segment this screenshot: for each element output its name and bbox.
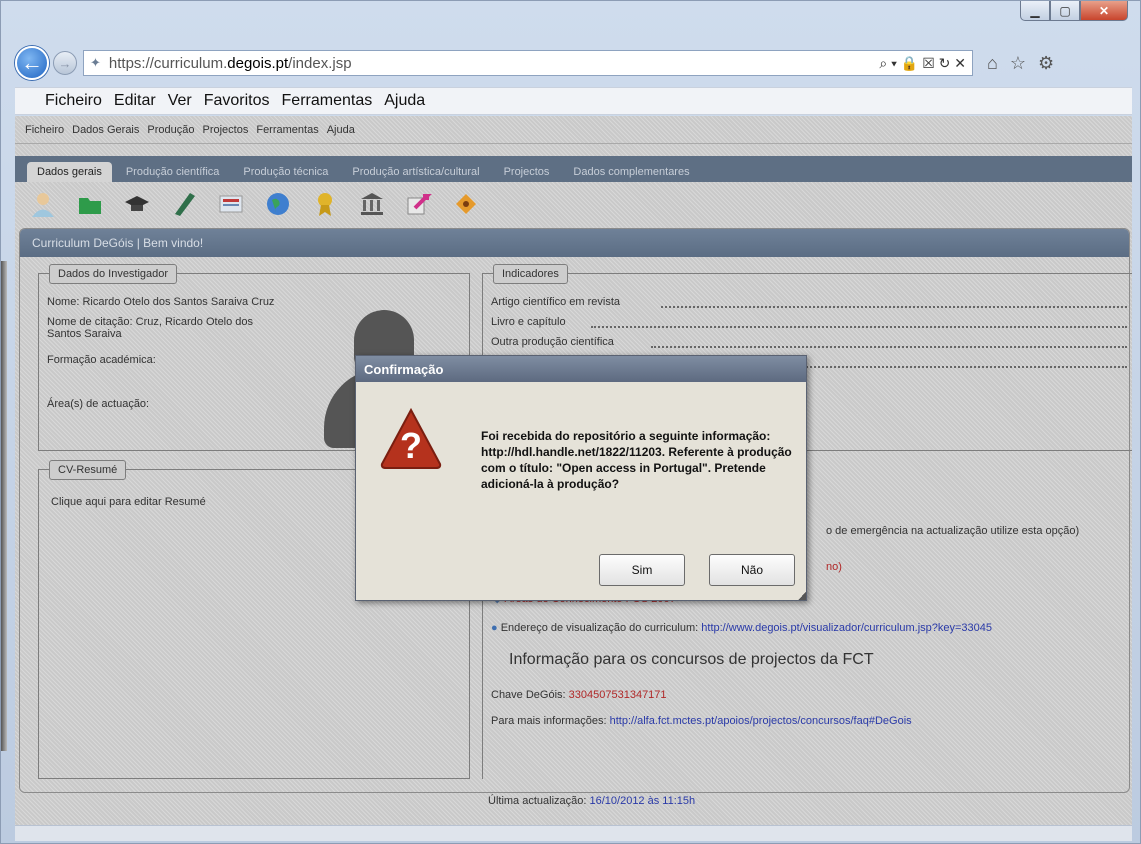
resize-grip[interactable] [798,592,806,600]
address-bar[interactable]: ✦ https://curriculum. degois.pt/index.jsp… [83,50,973,76]
ultima-actualizacao: Última actualização: 16/10/2012 às 11:15… [488,795,695,807]
fct-section-title: Informação para os concursos de projecto… [509,651,874,668]
browser-menu-bar: Ficheiro Editar Ver Favoritos Ferramenta… [15,87,1132,115]
diamond-tool-icon[interactable] [452,190,480,218]
investigador-legend: Dados do Investigador [49,264,178,284]
chave-value: 3304507531347171 [568,689,667,701]
pen-icon[interactable] [170,190,198,218]
app-menu-ferramentas[interactable]: Ferramentas [256,124,318,136]
indicador-label: Livro e capítulo [491,316,566,328]
globe-icon[interactable] [264,190,292,218]
menu-favoritos[interactable]: Favoritos [204,92,270,110]
yes-button[interactable]: Sim [599,554,685,586]
url-path: /index.jsp [288,54,352,72]
window-edge-shadow [1,261,7,751]
confirm-dialog: Confirmação ? Foi recebida do repositóri… [355,355,807,601]
investigador-nome: Nome: Ricardo Otelo dos Santos Saraiva C… [47,296,275,308]
app-menu-projectos[interactable]: Projectos [202,124,248,136]
ultima-value: 16/10/2012 às 11:15h [589,795,696,807]
mais-info-label: Para mais informações: [491,715,607,727]
menu-ver[interactable]: Ver [168,92,192,110]
tab-producao-tecnica[interactable]: Produção técnica [233,162,338,182]
folder-icon[interactable] [76,190,104,218]
menu-editar[interactable]: Editar [114,92,156,110]
chave-label: Chave DeGóis: [491,689,566,701]
welcome-title: Curriculum DeGóis | Bem vindo! [20,229,1129,257]
indicador-label: Outra produção científica [491,336,614,348]
close-window-button[interactable]: ✕ [1080,1,1128,21]
app-menu-producao[interactable]: Produção [147,124,194,136]
ultima-label: Última actualização: [488,795,587,807]
emergencia-text: o de emergência na actualização utilize … [826,525,1080,537]
tab-projectos[interactable]: Projectos [494,162,560,182]
chave-row: Chave DeGóis: 3304507531347171 [491,689,667,701]
window-controls: ▁ ▢ ✕ [1020,1,1128,21]
site-favicon-icon: ✦ [90,55,101,70]
home-icon[interactable]: ⌂ [987,53,998,74]
maximize-button[interactable]: ▢ [1050,1,1080,21]
tab-producao-cientifica[interactable]: Produção científica [116,162,230,182]
dialog-title: Confirmação [356,356,806,382]
url-prefix: https://curriculum. [108,54,228,72]
endereco-label: Endereço de visualização do curriculum: [500,622,699,634]
app-tabs: Dados gerais Produção científica Produçã… [15,156,1132,182]
cv-resume-legend: CV-Resumé [49,460,127,480]
back-button[interactable]: ← [15,46,49,80]
svg-text:?: ? [400,425,422,466]
indicador-outra: Outra produção científica [491,336,1131,348]
indicadores-legend: Indicadores [493,264,568,284]
app-menu-dados-gerais[interactable]: Dados Gerais [72,124,139,136]
menu-ficheiro[interactable]: Ficheiro [45,92,102,110]
endereco-link[interactable]: http://www.degois.pt/visualizador/curric… [701,622,992,634]
formacao-label: Formação académica: [47,354,156,366]
dialog-message: Foi recebida do repositório a seguinte i… [481,429,792,491]
no-button[interactable]: Não [709,554,795,586]
tab-producao-artistica[interactable]: Produção artística/cultural [342,162,489,182]
question-icon: ? [378,406,444,472]
publication-icon[interactable] [217,190,245,218]
navigation-bar: ← → ✦ https://curriculum. degois.pt/index… [15,43,1132,83]
app-menu-ajuda[interactable]: Ajuda [327,124,355,136]
favorites-star-icon[interactable]: ☆ [1010,53,1026,74]
mais-info-link[interactable]: http://alfa.fct.mctes.pt/apoios/projecto… [610,715,912,727]
institution-icon[interactable] [358,190,386,218]
forward-button[interactable]: → [53,51,77,75]
investigador-citacao-cont: Santos Saraiva [47,328,122,340]
browser-tools: ⌂ ☆ ⚙ [987,53,1054,74]
graduation-cap-icon[interactable] [123,190,151,218]
menu-ajuda[interactable]: Ajuda [384,92,425,110]
browser-status-bar [15,825,1132,841]
minimize-button[interactable]: ▁ [1020,1,1050,21]
endereco-row: ● Endereço de visualização do curriculum… [491,622,992,634]
tab-dados-complementares[interactable]: Dados complementares [563,162,699,182]
url-host: degois.pt [227,54,289,72]
menu-ferramentas[interactable]: Ferramentas [282,92,373,110]
cv-resume-edit-link[interactable]: Clique aqui para editar Resumé [51,496,206,508]
app-toolbar [15,182,1132,226]
globe-small-icon: ● [491,622,498,634]
mais-info-row: Para mais informações: http://alfa.fct.m… [491,715,912,727]
gear-icon[interactable]: ⚙ [1038,53,1054,74]
person-icon[interactable] [29,190,57,218]
tab-dados-gerais[interactable]: Dados gerais [27,162,112,182]
app-menu-bar: Ficheiro Dados Gerais Produção Projectos… [15,116,1132,144]
award-medal-icon[interactable] [311,190,339,218]
address-bar-icons[interactable]: ⌕ ▾ 🔒 ☒ ↻ ✕ [879,55,972,72]
indicador-label: Artigo científico em revista [491,296,620,308]
indicador-livro: Livro e capítulo [491,316,1131,328]
indicador-artigo: Artigo científico em revista [491,296,1131,308]
area-label: Área(s) de actuação: [47,398,150,410]
investigador-citacao: Nome de citação: Cruz, Ricardo Otelo dos [47,316,254,328]
export-arrow-icon[interactable] [405,190,433,218]
app-menu-ficheiro[interactable]: Ficheiro [25,124,64,136]
red-link-fragment[interactable]: no) [826,561,842,573]
